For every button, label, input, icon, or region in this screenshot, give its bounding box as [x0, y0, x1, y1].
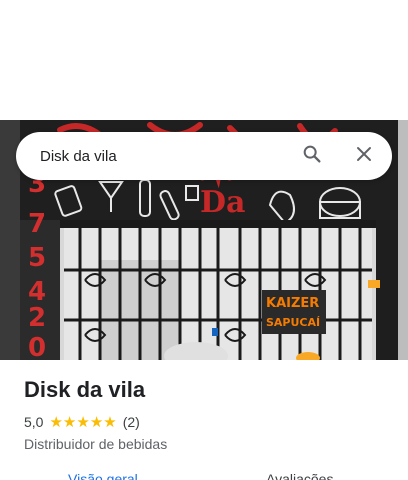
rating-row[interactable]: 5,0 ★ ★ ★ ★ ★ (2)	[24, 412, 392, 432]
rating-stars: ★ ★ ★ ★ ★	[49, 415, 116, 430]
svg-text:2: 2	[28, 303, 46, 333]
star-icon: ★	[89, 413, 104, 431]
search-button[interactable]	[292, 136, 332, 176]
search-bar[interactable]	[16, 132, 392, 180]
svg-text:7: 7	[28, 209, 46, 239]
sign-text-1: KAIZER	[266, 296, 319, 311]
review-count[interactable]: (2)	[123, 414, 140, 430]
svg-text:5: 5	[28, 243, 46, 273]
search-icon	[301, 143, 323, 170]
svg-text:Da: Da	[200, 185, 245, 220]
tab-reviews[interactable]: Avaliações	[266, 470, 333, 480]
place-info: Disk da vila 5,0 ★ ★ ★ ★ ★ (2) Distribui…	[24, 376, 392, 454]
star-icon: ★	[103, 413, 117, 431]
star-icon: ★	[62, 413, 77, 431]
tab-overview[interactable]: Visão geral	[68, 470, 138, 480]
star-icon: ★	[49, 413, 63, 431]
rating-value: 5,0	[24, 414, 44, 430]
sign-text-2: SAPUCAÍ	[266, 316, 320, 329]
place-category: Distribuidor de bebidas	[24, 436, 168, 452]
place-title: Disk da vila	[24, 377, 146, 402]
search-input[interactable]	[16, 132, 292, 180]
svg-text:0: 0	[28, 333, 46, 360]
clear-search-button[interactable]	[344, 136, 384, 176]
star-icon: ★	[76, 413, 90, 431]
place-tabs: Visão geral Avaliações	[0, 464, 408, 480]
close-icon	[355, 145, 373, 168]
